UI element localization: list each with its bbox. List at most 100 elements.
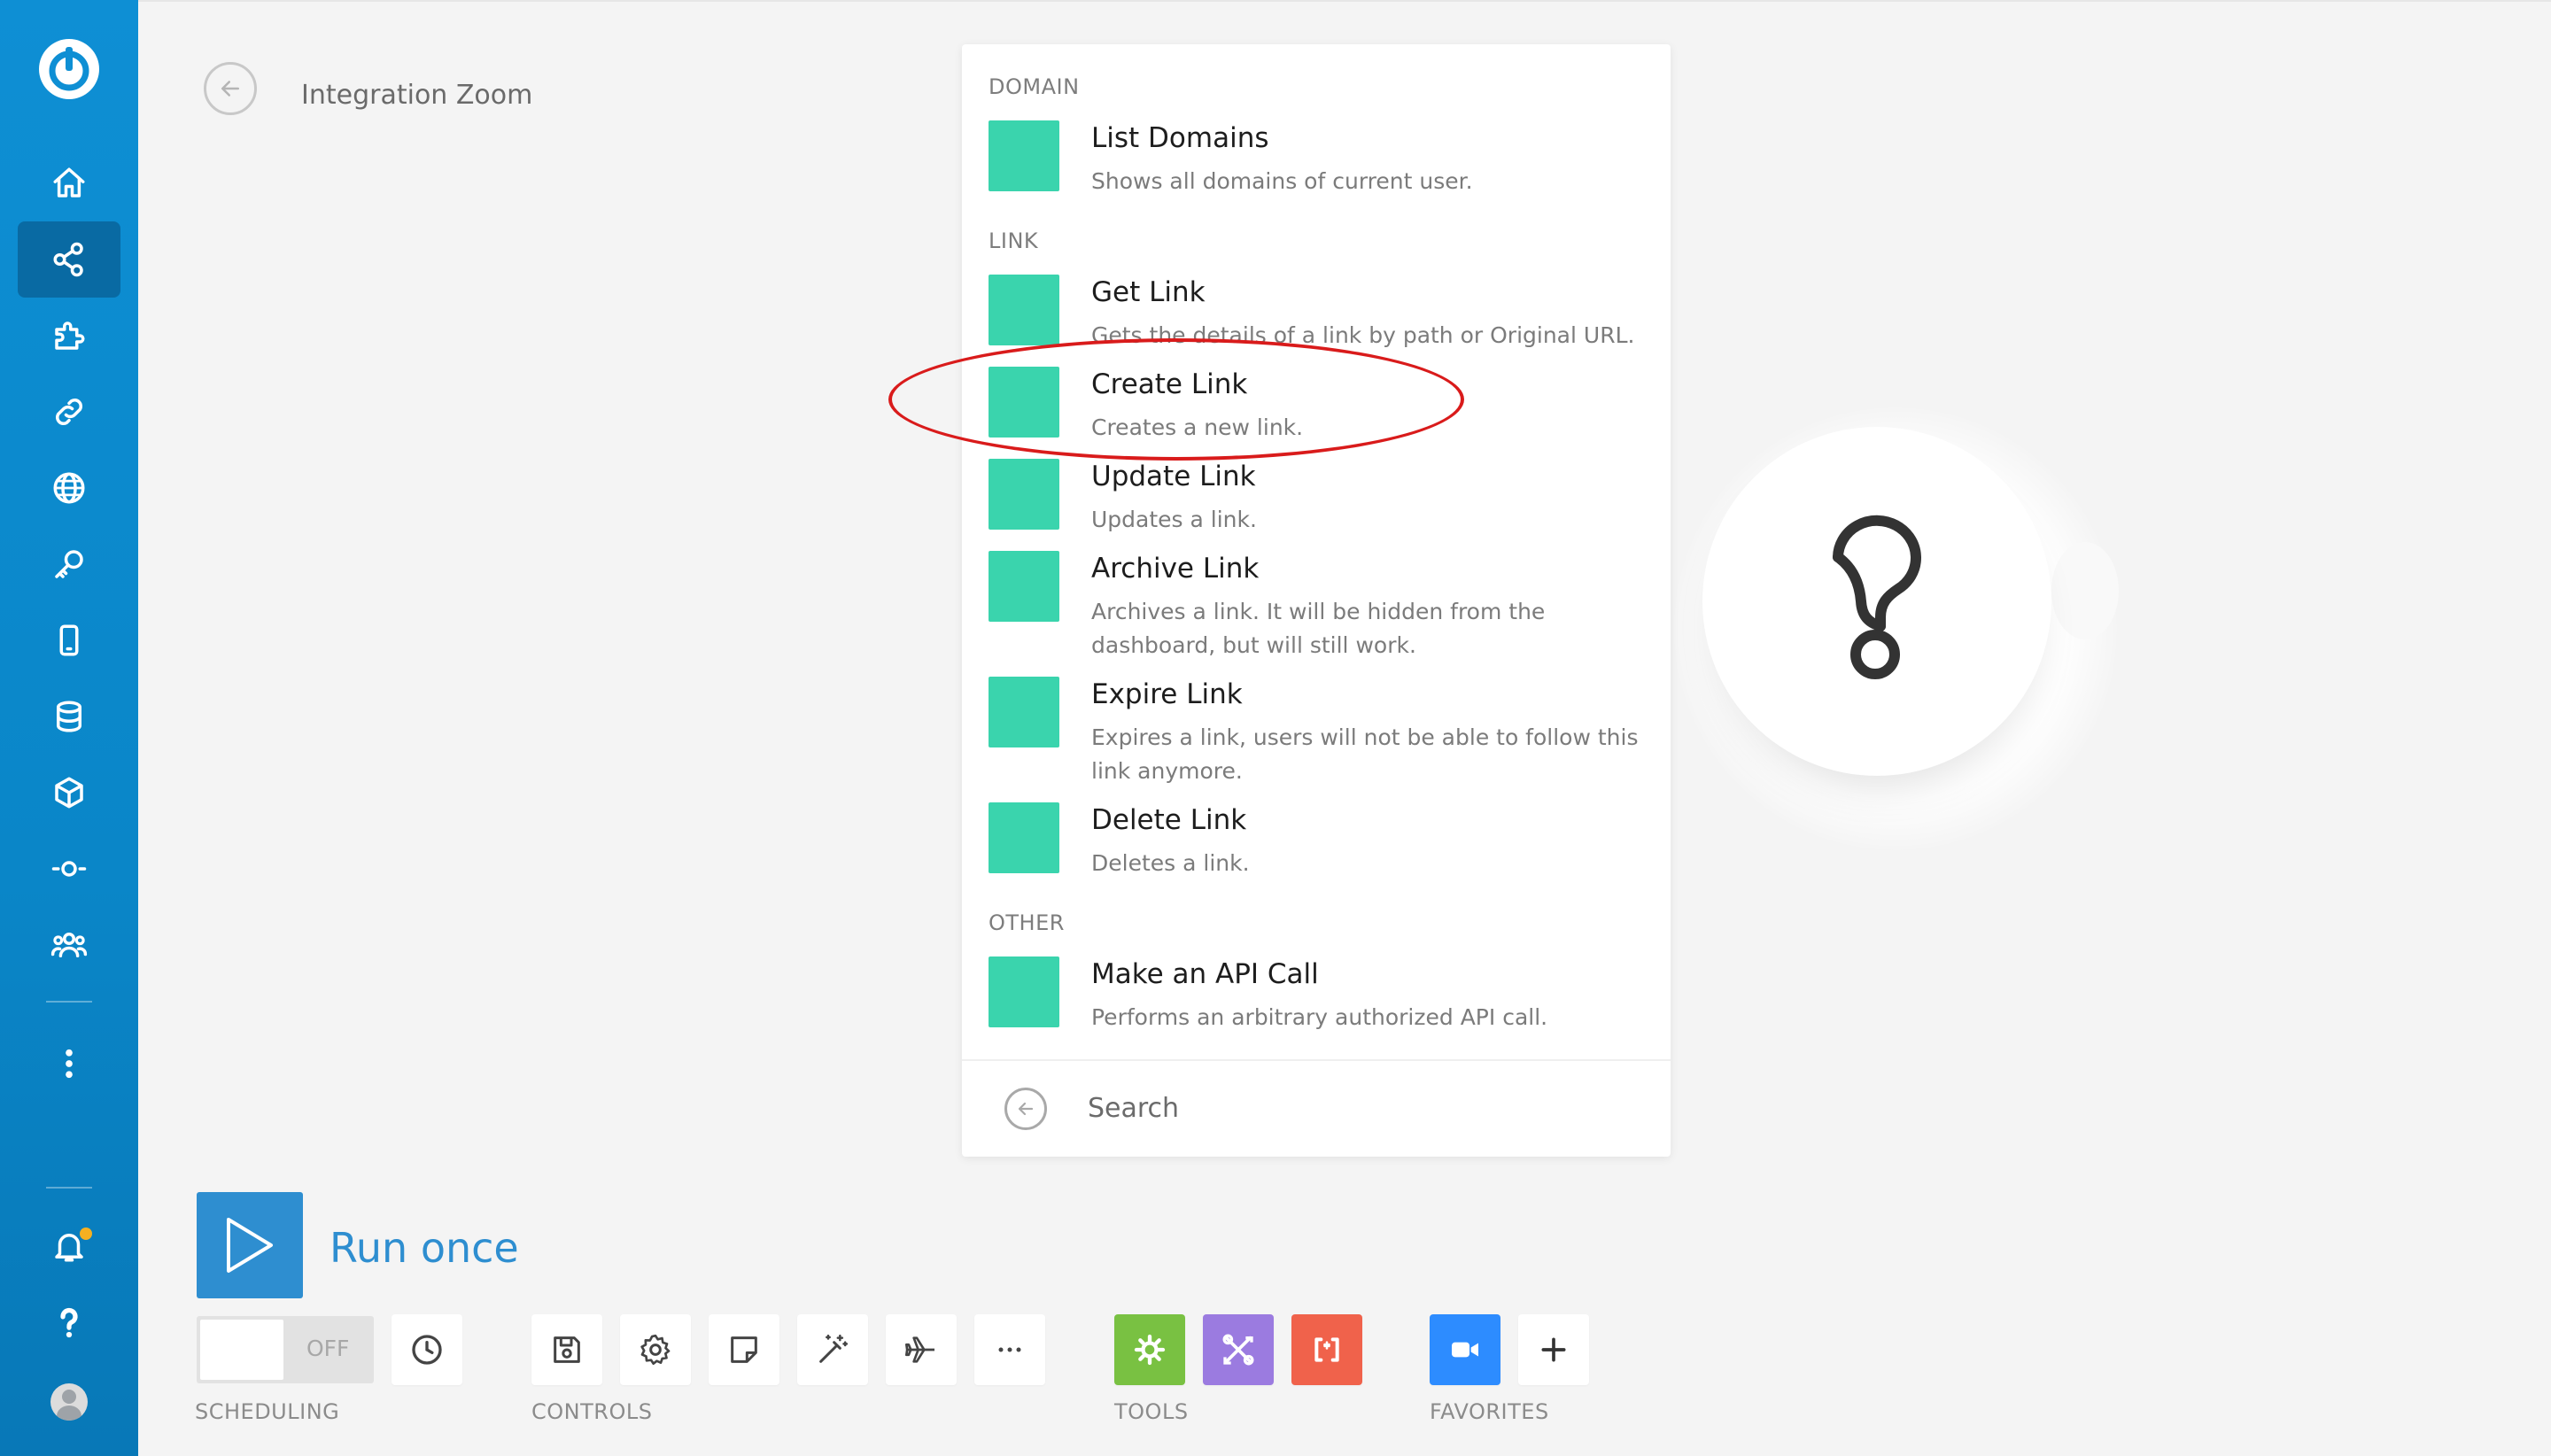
add-favorite-button[interactable]	[1518, 1314, 1589, 1385]
key-icon	[55, 550, 83, 578]
scheduling-toggle[interactable]: OFF	[197, 1316, 374, 1383]
module-title: Get Link	[1091, 276, 1206, 308]
puzzle-icon	[55, 321, 85, 350]
tools-wrench-icon	[1222, 1334, 1254, 1366]
notification-dot	[80, 1228, 92, 1240]
module-app-icon	[989, 956, 1059, 1027]
question-mark-icon	[1833, 515, 1921, 679]
tools-gear-icon	[1134, 1334, 1166, 1366]
run-once-label[interactable]: Run once	[330, 1224, 519, 1272]
scenario-title[interactable]: Integration Zoom	[301, 80, 532, 111]
home-icon	[53, 167, 85, 197]
sidebar-item-home[interactable]	[18, 145, 120, 221]
scheduling-label: SCHEDULING	[195, 1399, 340, 1424]
sidebar-item-team[interactable]	[18, 907, 120, 983]
avatar	[50, 1383, 88, 1421]
section-label-other: OTHER	[989, 910, 1065, 935]
panel-back-button[interactable]	[1004, 1088, 1047, 1130]
logo-icon[interactable]	[35, 35, 103, 103]
gear-icon	[640, 1334, 671, 1365]
top-border	[0, 0, 2551, 2]
schedule-settings-button[interactable]	[392, 1314, 462, 1385]
link-icon	[55, 398, 83, 426]
sidebar-item-devices[interactable]	[18, 602, 120, 678]
module-title: Make an API Call	[1091, 958, 1319, 990]
sidebar-item-scenarios[interactable]	[18, 221, 120, 298]
flow-icon	[51, 861, 87, 877]
box-icon	[55, 777, 83, 809]
module-app-icon	[989, 367, 1059, 438]
tools-brackets-icon	[1314, 1337, 1339, 1362]
module-description: Shows all domains of current user.	[1091, 168, 1473, 194]
module-picker-panel: DOMAIN List Domains Shows all domains of…	[962, 44, 1671, 1157]
team-icon	[50, 933, 88, 957]
sidebar-item-help[interactable]	[18, 1284, 120, 1360]
save-button[interactable]	[531, 1314, 602, 1385]
plus-icon	[1541, 1337, 1566, 1362]
placeholder-connector	[2051, 542, 2119, 639]
module-title: Expire Link	[1091, 678, 1243, 710]
module-description: Deletes a link.	[1091, 850, 1250, 876]
favorite-zoom-button[interactable]	[1430, 1314, 1500, 1385]
sidebar-item-webhooks[interactable]	[18, 450, 120, 526]
tools-label: TOOLS	[1114, 1399, 1189, 1424]
module-app-icon	[989, 275, 1059, 345]
toggle-state-label: OFF	[306, 1336, 350, 1361]
globe-icon	[53, 472, 85, 504]
airplane-icon	[905, 1336, 934, 1363]
module-title: Create Link	[1091, 368, 1248, 400]
sidebar-divider	[46, 1187, 92, 1189]
search-input[interactable]: Search	[1088, 1093, 1179, 1124]
auto-align-button[interactable]	[797, 1314, 868, 1385]
module-description: Gets the details of a link by path or Or…	[1091, 322, 1635, 348]
more-vertical-icon	[66, 1049, 73, 1079]
sidebar-item-notifications[interactable]	[18, 1208, 120, 1284]
module-app-icon	[989, 677, 1059, 747]
sidebar-item-profile[interactable]	[18, 1364, 120, 1440]
controls-label: CONTROLS	[531, 1399, 653, 1424]
module-description: Archives a link. It will be hidden from …	[1091, 599, 1546, 658]
sidebar-item-data-structures[interactable]	[18, 755, 120, 831]
sidebar-item-datastores[interactable]	[18, 678, 120, 755]
share-icon	[53, 242, 83, 277]
run-once-button[interactable]	[197, 1192, 303, 1298]
help-icon	[60, 1307, 78, 1338]
module-description: Expires a link, users will not be able t…	[1091, 724, 1639, 784]
sidebar-divider	[46, 1001, 92, 1003]
arrow-left-icon	[221, 81, 239, 97]
module-title: Update Link	[1091, 461, 1256, 492]
database-icon	[57, 701, 81, 732]
back-button[interactable]	[204, 62, 257, 115]
scenario-settings-button[interactable]	[620, 1314, 691, 1385]
magic-wand-icon	[819, 1334, 849, 1363]
sidebar-item-templates[interactable]	[18, 298, 120, 374]
panel-footer: Search	[962, 1059, 1671, 1158]
module-description: Creates a new link.	[1091, 414, 1304, 440]
module-title: Archive Link	[1091, 553, 1260, 585]
module-description: Updates a link.	[1091, 507, 1257, 532]
explain-flow-button[interactable]	[886, 1314, 957, 1385]
save-icon	[554, 1336, 580, 1363]
sidebar-item-keys[interactable]	[18, 526, 120, 602]
module-app-icon	[989, 551, 1059, 622]
mobile-icon	[59, 624, 79, 656]
more-controls-button[interactable]	[974, 1314, 1045, 1385]
sidebar-item-flow-control[interactable]	[18, 831, 120, 907]
module-app-icon	[989, 120, 1059, 191]
tools-utilities-button[interactable]	[1203, 1314, 1274, 1385]
arrow-left-icon	[1018, 1102, 1034, 1116]
tools-json-button[interactable]	[1291, 1314, 1362, 1385]
toggle-knob	[200, 1320, 283, 1380]
favorites-label: FAVORITES	[1430, 1399, 1549, 1424]
section-label-link: LINK	[989, 228, 1039, 253]
sidebar-item-more[interactable]	[18, 1026, 120, 1102]
note-icon	[731, 1336, 757, 1363]
zoom-video-icon	[1452, 1342, 1478, 1358]
module-title: List Domains	[1091, 122, 1269, 154]
module-app-icon	[989, 802, 1059, 873]
placeholder-module[interactable]	[1702, 427, 2051, 776]
module-description: Performs an arbitrary authorized API cal…	[1091, 1004, 1548, 1030]
tools-flow-control-button[interactable]	[1114, 1314, 1185, 1385]
notes-button[interactable]	[709, 1314, 779, 1385]
sidebar-item-connections[interactable]	[18, 374, 120, 450]
